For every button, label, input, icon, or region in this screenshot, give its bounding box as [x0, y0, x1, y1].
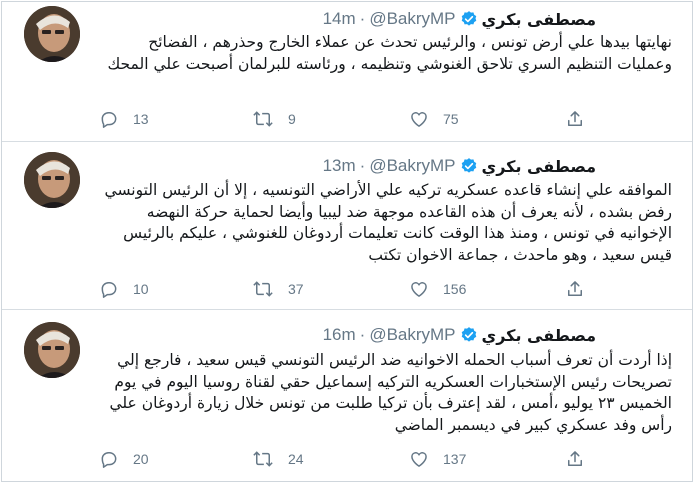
- share-icon: [568, 451, 582, 466]
- separator: ·: [359, 156, 366, 175]
- tweet-actions: 13 9 75: [2, 109, 692, 131]
- timestamp[interactable]: 13m: [323, 156, 356, 176]
- like-count: 75: [443, 111, 459, 127]
- reply-button[interactable]: 20: [99, 449, 149, 469]
- avatar-photo: [24, 152, 80, 208]
- verified-badge-icon: [461, 158, 476, 173]
- timestamp[interactable]: 14m: [323, 9, 356, 29]
- tweet-text: نهايتها بيدها علي أرض تونس ، والرئيس تحد…: [107, 33, 672, 73]
- tweet-header: مصطفى بكري @BakryMP · 16m: [323, 324, 596, 346]
- handle[interactable]: @BakryMP: [369, 325, 455, 345]
- share-icon: [568, 111, 582, 126]
- separator: ·: [359, 9, 366, 28]
- tweet-header: مصطفى بكري @BakryMP · 14m: [323, 8, 596, 30]
- like-count: 156: [443, 281, 467, 297]
- tweet-2[interactable]: مصطفى بكري @BakryMP · 13m الموافقه علي إ…: [2, 142, 692, 310]
- retweet-button[interactable]: 37: [252, 279, 304, 299]
- retweet-icon: [253, 111, 273, 127]
- like-icon: [411, 452, 427, 467]
- reply-button[interactable]: 13: [99, 109, 149, 129]
- retweet-button[interactable]: 9: [252, 109, 296, 129]
- tweet-actions: 10 37 156: [2, 279, 692, 301]
- retweet-count: 37: [288, 281, 304, 297]
- share-button[interactable]: [565, 279, 599, 299]
- like-button[interactable]: 137: [409, 449, 466, 469]
- retweet-icon: [253, 281, 273, 297]
- handle[interactable]: @BakryMP: [369, 156, 455, 176]
- handle[interactable]: @BakryMP: [369, 9, 455, 29]
- avatar[interactable]: [24, 152, 80, 208]
- display-name[interactable]: مصطفى بكري: [482, 10, 596, 29]
- retweet-count: 9: [288, 111, 296, 127]
- tweet-text: إذا أردت أن تعرف أسباب الحمله الاخوانيه …: [109, 351, 672, 434]
- share-button[interactable]: [565, 109, 599, 129]
- like-count: 137: [443, 451, 467, 467]
- verified-badge-icon: [461, 327, 476, 342]
- timestamp[interactable]: 16m: [323, 325, 356, 345]
- display-name[interactable]: مصطفى بكري: [482, 326, 596, 345]
- tweet-header: مصطفى بكري @BakryMP · 13m: [323, 155, 596, 177]
- tweet-text: الموافقه علي إنشاء قاعده عسكريه تركيه عل…: [104, 181, 672, 264]
- avatar-photo: [24, 6, 80, 62]
- separator: ·: [359, 325, 366, 344]
- display-name[interactable]: مصطفى بكري: [482, 157, 596, 176]
- retweet-icon: [253, 451, 273, 467]
- reply-icon: [101, 282, 117, 298]
- retweet-count: 24: [288, 451, 304, 467]
- reply-count: 13: [133, 111, 149, 127]
- tweet-feed: مصطفى بكري @BakryMP · 14m نهايتها بيدها …: [1, 1, 693, 482]
- reply-icon: [101, 112, 117, 128]
- like-icon: [411, 282, 427, 297]
- like-button[interactable]: 156: [409, 279, 466, 299]
- reply-count: 20: [133, 451, 149, 467]
- share-icon: [568, 281, 582, 296]
- tweet-actions: 20 24 137: [2, 449, 692, 471]
- reply-count: 10: [133, 281, 149, 297]
- avatar[interactable]: [24, 6, 80, 62]
- reply-icon: [101, 452, 117, 468]
- reply-button[interactable]: 10: [99, 279, 149, 299]
- tweet-1[interactable]: مصطفى بكري @BakryMP · 14m نهايتها بيدها …: [2, 2, 692, 142]
- avatar-photo: [24, 322, 80, 378]
- share-button[interactable]: [565, 449, 599, 469]
- like-icon: [411, 112, 427, 127]
- tweet-3[interactable]: مصطفى بكري @BakryMP · 16m إذا أردت أن تع…: [2, 310, 692, 481]
- avatar[interactable]: [24, 322, 80, 378]
- like-button[interactable]: 75: [409, 109, 459, 129]
- retweet-button[interactable]: 24: [252, 449, 304, 469]
- verified-badge-icon: [461, 11, 476, 26]
